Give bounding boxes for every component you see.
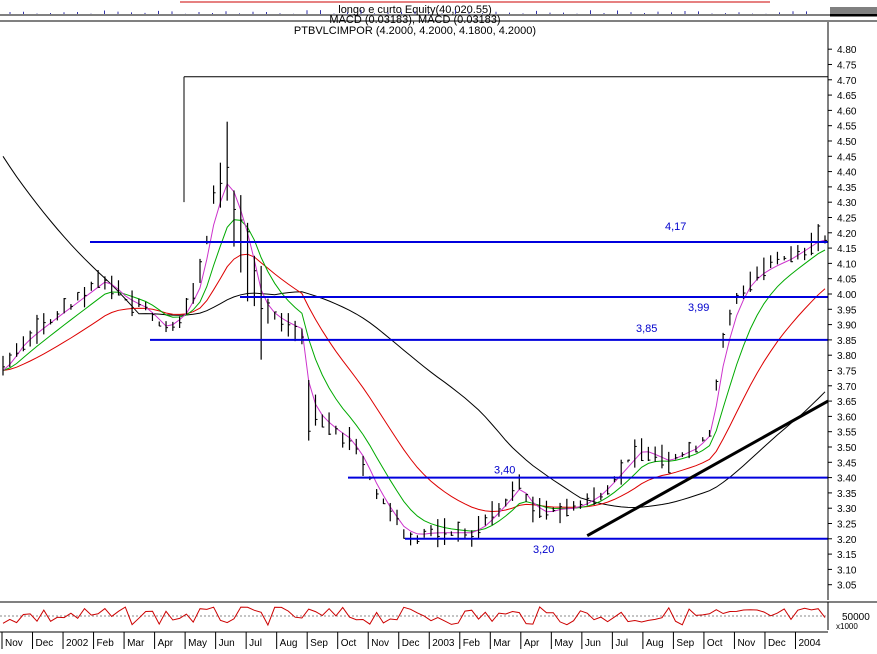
x-tick-label: Sep: [676, 638, 694, 649]
level-label: 3,99: [688, 302, 709, 314]
level-lines: 4,17 3,99 3,85 3,40 3,20: [90, 76, 829, 556]
price-chart: longo e curto Equity(40,020.55) MACD (0.…: [0, 1, 877, 649]
y-tick-label: 3.80: [837, 351, 857, 362]
x-tick-label: Aug: [646, 638, 664, 649]
y-tick-label: 3.05: [837, 581, 857, 592]
y-tick-label: 4.35: [837, 183, 857, 194]
x-tick-label: May: [554, 638, 573, 649]
y-tick-label: 4.10: [837, 259, 857, 270]
y-tick-label: 4.30: [837, 198, 857, 209]
x-tick-label: May: [188, 638, 207, 649]
y-tick-label: 4.50: [837, 137, 857, 148]
y-tick-label: 3.65: [837, 397, 857, 408]
y-tick-label: 3.95: [837, 305, 857, 316]
y-tick-label: 4.20: [837, 229, 857, 240]
y-tick-label: 4.25: [837, 213, 857, 224]
ma-green-line: [2, 219, 826, 532]
osc-unit-label: x1000: [836, 622, 858, 631]
x-tick-label: Nov: [5, 638, 23, 649]
y-tick-label: 4.05: [837, 275, 857, 286]
x-tick-label: Jul: [615, 638, 628, 649]
y-tick-label: 4.65: [837, 91, 857, 102]
y-tick-label: 3.70: [837, 382, 857, 393]
y-tick-label: 4.70: [837, 76, 857, 87]
x-tick-label: Aug: [280, 638, 298, 649]
y-tick-label: 4.80: [837, 45, 857, 56]
x-tick-label: 2004: [798, 638, 821, 649]
y-tick-label: 3.50: [837, 443, 857, 454]
y-tick-label: 4.15: [837, 244, 857, 255]
header-line-3: PTBVLCIMPOR (4.2000, 4.2000, 4.1800, 4.2…: [294, 25, 536, 37]
x-tick-label: Apr: [524, 638, 540, 649]
y-tick-label: 3.25: [837, 519, 857, 530]
level-label: 3,40: [494, 465, 515, 477]
y-tick-label: 4.55: [837, 122, 857, 133]
x-tick-label: Jun: [585, 638, 601, 649]
y-tick-label: 3.10: [837, 565, 857, 576]
uptrend-line: [586, 399, 829, 538]
ma-long-line: [2, 156, 826, 509]
level-label: 4,17: [665, 221, 686, 233]
y-tick-label: 3.30: [837, 504, 857, 515]
x-tick-label: Sep: [310, 638, 328, 649]
x-tick-label: Oct: [341, 638, 357, 649]
y-tick-label: 3.20: [837, 535, 857, 546]
x-tick-label: Dec: [768, 638, 786, 649]
y-tick-label: 3.55: [837, 428, 857, 439]
y-tick-label: 3.40: [837, 474, 857, 485]
y-tick-label: 3.75: [837, 366, 857, 377]
x-tick-label: Feb: [97, 638, 115, 649]
y-tick-label: 4.40: [837, 168, 857, 179]
x-tick-label: Dec: [36, 638, 54, 649]
x-tick-label: Oct: [707, 638, 723, 649]
y-tick-label: 3.60: [837, 412, 857, 423]
chart-root: longo e curto Equity(40,020.55) MACD (0.…: [0, 0, 877, 649]
y-tick-label: 4.00: [837, 290, 857, 301]
x-axis: Nov Dec 2002 Feb Mar Apr May Jun Jul Aug Sep Oct Nov…: [0, 631, 828, 649]
y-tick-label: 3.85: [837, 336, 857, 347]
level-label: 3,85: [636, 323, 657, 335]
y-tick-label: 3.15: [837, 550, 857, 561]
y-tick-label: 4.45: [837, 152, 857, 163]
price-bars: [2, 121, 827, 548]
y-tick-label: 4.60: [837, 106, 857, 117]
x-tick-label: Nov: [737, 638, 755, 649]
x-tick-label: Jul: [249, 638, 262, 649]
y-tick-label: 4.75: [837, 60, 857, 71]
oscillator-panel: 50000x1000: [0, 601, 877, 631]
level-label: 3,20: [533, 544, 554, 556]
x-tick-label: Mar: [127, 638, 145, 649]
x-tick-label: 2003: [432, 638, 455, 649]
y-tick-label: 3.90: [837, 321, 857, 332]
y-tick-label: 3.35: [837, 489, 857, 500]
x-tick-label: Apr: [158, 638, 174, 649]
x-tick-label: 2002: [66, 638, 89, 649]
y-axis: 4.80 4.75 4.70 4.65 4.60 4.55 4.50 4.45 4.40 4.35…: [827, 22, 857, 600]
y-tick-label: 3.45: [837, 458, 857, 469]
x-tick-label: Mar: [493, 638, 511, 649]
x-tick-label: Jun: [219, 638, 235, 649]
x-tick-label: Feb: [463, 638, 481, 649]
x-tick-label: Dec: [402, 638, 420, 649]
x-tick-label: Nov: [371, 638, 389, 649]
